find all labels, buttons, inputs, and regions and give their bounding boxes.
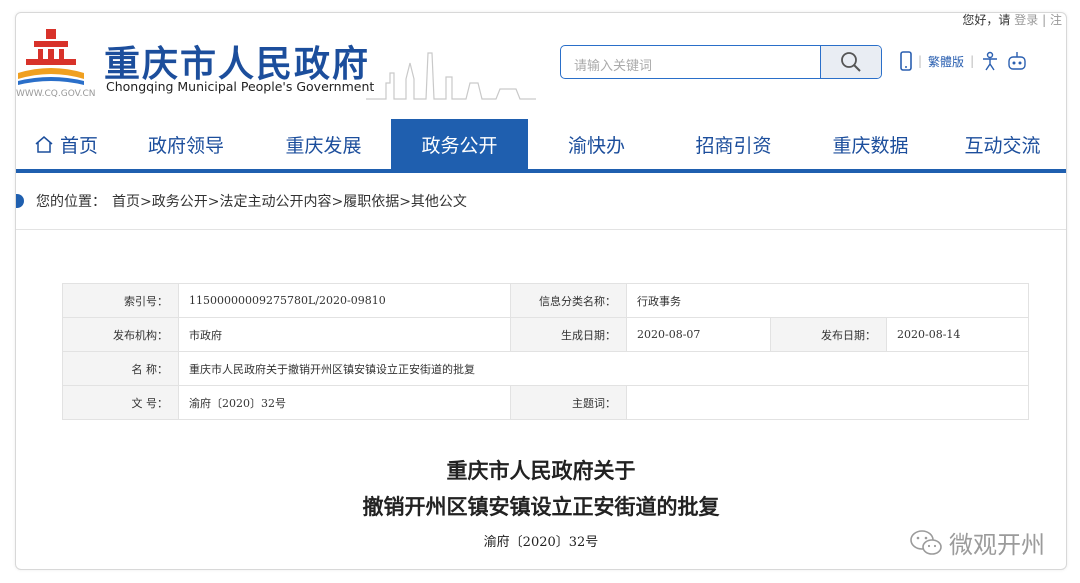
nav-item-data[interactable]: 重庆数据 bbox=[802, 119, 939, 169]
breadcrumb-path[interactable]: 首页>政务公开>法定主动公开内容>履职依据>其他公文 bbox=[112, 191, 467, 211]
nav-item-label: 互动交流 bbox=[964, 134, 1041, 157]
nav-item-label: 政务公开 bbox=[421, 134, 498, 157]
issuer-label: 发布机构： bbox=[62, 317, 179, 352]
published-date-value: 2020-08-14 bbox=[886, 317, 1029, 352]
nav-item-label: 重庆数据 bbox=[832, 134, 909, 157]
published-date-label: 发布日期： bbox=[770, 317, 887, 352]
search-button[interactable] bbox=[820, 46, 881, 78]
topic-value bbox=[626, 385, 1029, 420]
accessibility-icon[interactable] bbox=[980, 51, 1000, 71]
nav-item-home[interactable]: 首页 bbox=[16, 119, 116, 169]
login-link[interactable]: 登录 bbox=[1014, 13, 1038, 27]
mobile-icon[interactable] bbox=[900, 51, 912, 71]
home-icon bbox=[35, 136, 53, 153]
nav-item-label: 招商引资 bbox=[695, 134, 772, 157]
watermark-text: 微观开州 bbox=[949, 531, 1045, 559]
doc-number-label: 文 号： bbox=[62, 385, 179, 420]
traditional-chinese-link[interactable]: 繁體版 bbox=[928, 53, 964, 70]
header-tools: | 繁體版 | bbox=[900, 51, 1028, 71]
table-row: 索引号： 11500000009275780L/2020-09810 信息分类名… bbox=[62, 283, 1029, 318]
tools-separator: | bbox=[918, 54, 923, 68]
skyline-decoration-icon bbox=[366, 52, 536, 100]
nav-item-government-affairs[interactable]: 政务公开 bbox=[391, 119, 528, 169]
wechat-icon bbox=[910, 529, 942, 555]
nav-item-leaders[interactable]: 政府领导 bbox=[116, 119, 256, 169]
name-value: 重庆市人民政府关于撤销开州区镇安镇设立正安街道的批复 bbox=[178, 351, 1029, 386]
category-label: 信息分类名称： bbox=[510, 283, 627, 318]
doc-number-value: 渝府〔2020〕32号 bbox=[178, 385, 511, 420]
breadcrumb-prefix: 您的位置： bbox=[36, 194, 106, 210]
top-separator: | bbox=[1042, 13, 1047, 27]
nav-item-investment[interactable]: 招商引资 bbox=[665, 119, 802, 169]
wechat-watermark: 微观开州 bbox=[909, 525, 1045, 560]
greeting-text: 您好，请 bbox=[962, 13, 1011, 27]
register-link[interactable]: 注 bbox=[1050, 13, 1062, 27]
table-row: 名 称： 重庆市人民政府关于撤销开州区镇安镇设立正安街道的批复 bbox=[62, 351, 1029, 386]
table-row: 发布机构： 市政府 生成日期： 2020-08-07 发布日期： 2020-08… bbox=[62, 317, 1029, 352]
nav-item-yukuaiban[interactable]: 渝快办 bbox=[528, 119, 665, 169]
nav-item-label: 首页 bbox=[59, 134, 98, 157]
robot-assistant-icon[interactable] bbox=[1006, 51, 1028, 71]
issuer-value: 市政府 bbox=[178, 317, 511, 352]
topic-label: 主题词： bbox=[510, 385, 627, 420]
document-info-table: 索引号： 11500000009275780L/2020-09810 信息分类名… bbox=[62, 283, 1029, 420]
top-links: 您好，请 登录 | 注 bbox=[962, 13, 1062, 28]
created-date-value: 2020-08-07 bbox=[626, 317, 771, 352]
index-label: 索引号： bbox=[62, 283, 179, 318]
search-input[interactable]: 请输入关键词 bbox=[574, 55, 652, 74]
nav-item-label: 渝快办 bbox=[567, 134, 625, 157]
name-label: 名 称： bbox=[62, 351, 179, 386]
breadcrumb-marker-icon bbox=[16, 194, 24, 208]
category-value: 行政事务 bbox=[626, 283, 1029, 318]
main-nav: 首页 政府领导 重庆发展 政务公开 渝快办 招商引资 重庆数据 互动交流 bbox=[16, 119, 1066, 173]
document-title-line1: 重庆市人民政府关于 bbox=[446, 458, 636, 483]
nav-item-label: 政府领导 bbox=[147, 134, 224, 157]
table-row: 文 号： 渝府〔2020〕32号 主题词： bbox=[62, 385, 1029, 420]
search-icon bbox=[841, 52, 861, 72]
site-subtitle: Chongqing Municipal People's Government bbox=[106, 79, 375, 94]
nav-item-label: 重庆发展 bbox=[285, 134, 362, 157]
tools-separator-2: | bbox=[970, 54, 975, 68]
divider bbox=[16, 229, 1066, 230]
nav-item-interaction[interactable]: 互动交流 bbox=[939, 119, 1066, 169]
created-date-label: 生成日期： bbox=[510, 317, 627, 352]
search-box: 请输入关键词 bbox=[560, 45, 882, 79]
site-url: WWW.CQ.GOV.CN bbox=[16, 89, 96, 99]
nav-item-development[interactable]: 重庆发展 bbox=[256, 119, 391, 169]
browser-page: 您好，请 登录 | 注 WWW.CQ.GOV.CN 重庆市人民政府 Chongq… bbox=[15, 12, 1067, 570]
site-logo-icon[interactable] bbox=[16, 23, 86, 89]
breadcrumb: 您的位置： 首页>政务公开>法定主动公开内容>履职依据>其他公文 bbox=[16, 191, 467, 211]
document-title-line2: 撤销开州区镇安镇设立正安街道的批复 bbox=[362, 494, 720, 519]
index-value: 11500000009275780L/2020-09810 bbox=[178, 283, 511, 318]
